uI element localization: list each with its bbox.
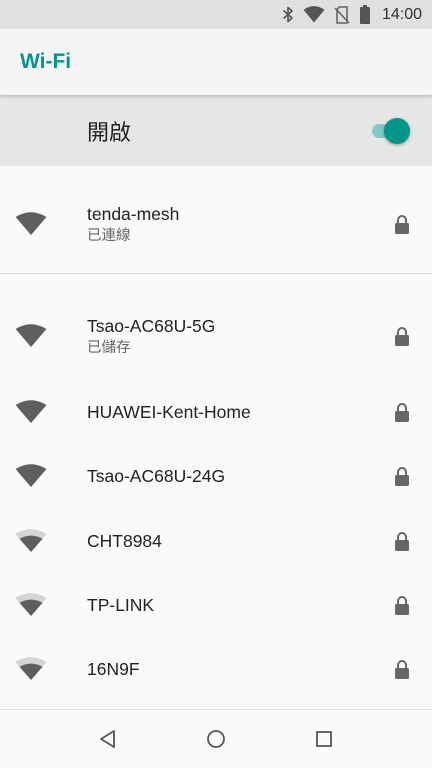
app-bar: Wi-Fi [0, 29, 432, 95]
network-ssid: CHT8984 [87, 531, 162, 551]
wifi-signal-icon [303, 6, 325, 23]
network-ssid: Tsao-AC68U-5G [87, 315, 216, 336]
network-item-cht8984[interactable]: CHT8984 [0, 509, 432, 573]
toggle-thumb [384, 117, 410, 144]
network-text: TP-LINK [87, 594, 154, 616]
recents-icon[interactable] [313, 728, 335, 750]
network-text: Tsao-AC68U-24G [87, 465, 225, 487]
wifi-signal-full-icon [15, 464, 47, 487]
network-text: CHT8984 [87, 530, 162, 552]
wifi-toggle-switch[interactable] [370, 117, 410, 144]
network-ssid: HUAWEI-Kent-Home [87, 402, 251, 422]
network-ssid: Tsao-AC68U-24G [87, 466, 226, 486]
network-ssid: tenda-mesh [87, 203, 180, 224]
network-item-tsao-ac68u-24g[interactable]: Tsao-AC68U-24G [0, 444, 432, 508]
navigation-bar [0, 710, 432, 768]
home-icon[interactable] [205, 728, 227, 750]
connected-divider [0, 273, 432, 274]
status-bar: 14:00 [0, 0, 432, 29]
network-ssid: 16N9F [87, 659, 140, 679]
wifi-switch-label: 開啟 [87, 120, 132, 146]
lock-icon [395, 660, 409, 679]
network-text: 16N9F [87, 658, 140, 680]
lock-icon [395, 467, 409, 486]
network-item-tenda-mesh[interactable]: tenda-mesh 已連線 [0, 186, 432, 262]
network-text: tenda-mesh 已連線 [87, 203, 179, 246]
lock-icon [395, 596, 409, 615]
wifi-signal-full-icon [15, 324, 47, 347]
network-item-huawei-kent-home[interactable]: HUAWEI-Kent-Home [0, 380, 432, 444]
wifi-settings-screen: 14:00 Wi-Fi 開啟 tenda-mesh 已連線 Tsao-AC68U… [0, 0, 432, 768]
network-ssid: TP-LINK [87, 595, 155, 615]
network-item-tp-link[interactable]: TP-LINK [0, 573, 432, 637]
network-item-tsao-ac68u-5g[interactable]: Tsao-AC68U-5G 已儲存 [0, 298, 432, 374]
back-icon[interactable] [97, 728, 119, 750]
network-text: HUAWEI-Kent-Home [87, 401, 251, 423]
no-sim-icon [334, 5, 350, 24]
bluetooth-icon [282, 6, 294, 23]
network-status: 已連線 [87, 227, 131, 244]
wifi-signal-full-icon [15, 212, 47, 235]
page-title: Wi-Fi [20, 50, 72, 73]
network-text: Tsao-AC68U-5G 已儲存 [87, 315, 215, 358]
wifi-signal-medium-icon [15, 657, 47, 680]
clock: 14:00 [381, 5, 422, 23]
lock-icon [395, 215, 409, 234]
wifi-signal-full-icon [15, 400, 47, 423]
lock-icon [395, 403, 409, 422]
wifi-signal-medium-icon [15, 593, 47, 616]
network-item-16n9f[interactable]: 16N9F [0, 637, 432, 701]
network-status: 已儲存 [87, 339, 131, 356]
lock-icon [395, 532, 409, 551]
battery-icon [359, 5, 371, 24]
lock-icon [395, 327, 409, 346]
wifi-signal-medium-icon [15, 529, 47, 552]
wifi-master-switch-row[interactable]: 開啟 [0, 95, 432, 166]
